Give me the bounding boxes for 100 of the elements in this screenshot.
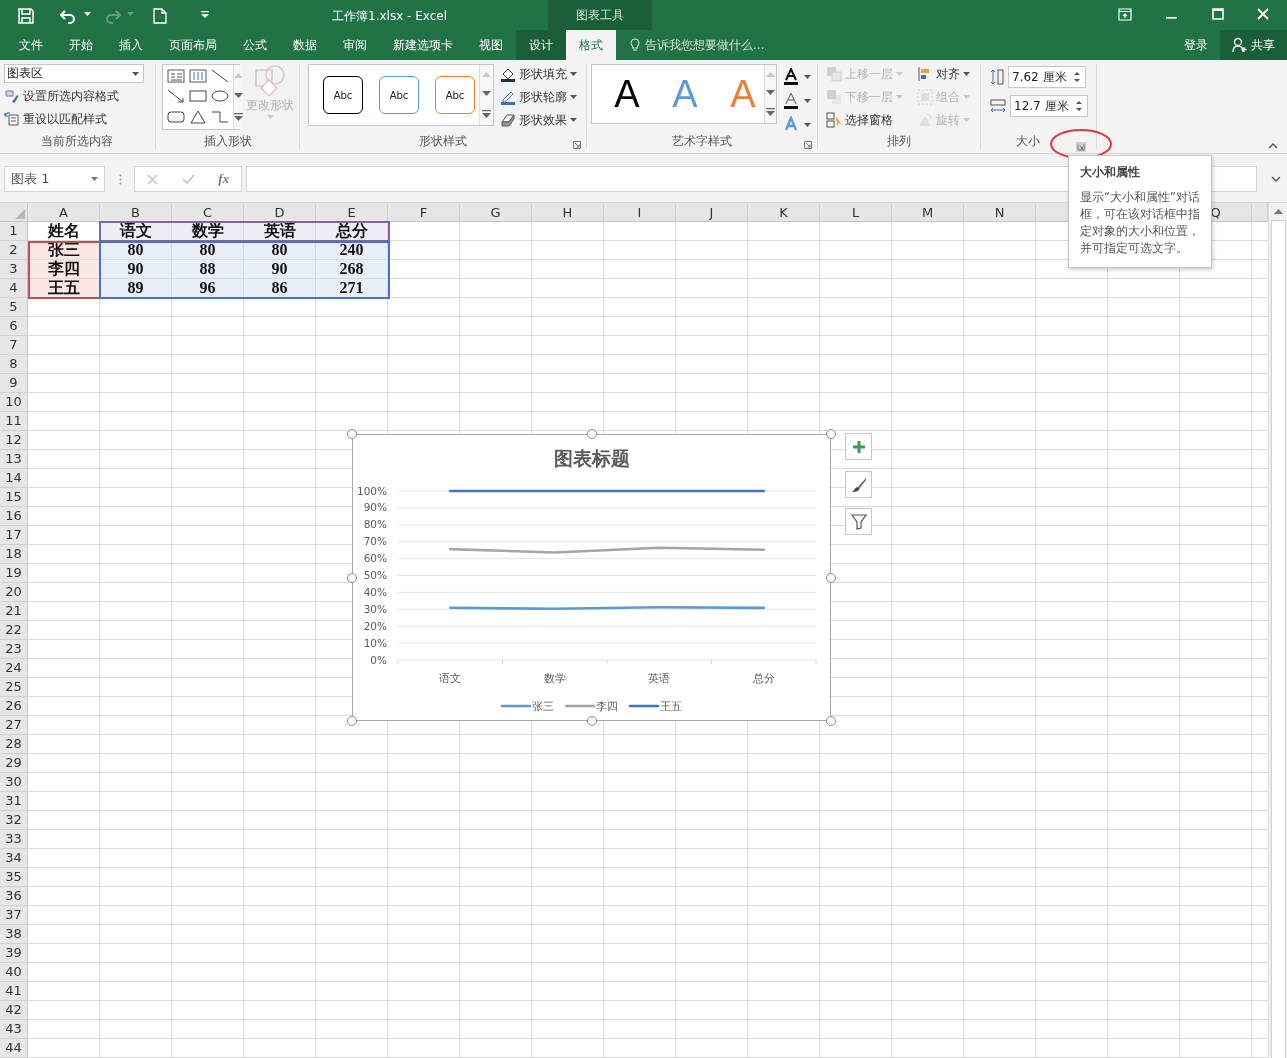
arrow-icon[interactable] xyxy=(166,88,186,105)
column-header[interactable]: G xyxy=(460,203,532,222)
close-icon[interactable] xyxy=(1257,8,1269,20)
name-box[interactable]: 图表 1 xyxy=(4,166,105,192)
ribbon-tab[interactable]: 视图 xyxy=(466,30,516,60)
ribbon-tab[interactable]: 文件 xyxy=(6,30,56,60)
scroll-down-icon[interactable] xyxy=(482,91,491,96)
row-header[interactable]: 29 xyxy=(0,754,28,773)
row-header[interactable]: 22 xyxy=(0,621,28,640)
resize-handle[interactable] xyxy=(347,429,357,439)
resize-handle[interactable] xyxy=(826,429,836,439)
row-header[interactable]: 37 xyxy=(0,906,28,925)
row-header[interactable]: 3 xyxy=(0,260,28,279)
row-header[interactable]: 10 xyxy=(0,393,28,412)
shape-format-button[interactable]: 形状效果 xyxy=(500,110,577,130)
row-header[interactable]: 18 xyxy=(0,545,28,564)
collapse-ribbon-icon[interactable] xyxy=(1268,143,1278,149)
resize-handle[interactable] xyxy=(826,572,836,583)
ribbon-tab[interactable]: 数据 xyxy=(280,30,330,60)
row-header[interactable]: 38 xyxy=(0,925,28,944)
ribbon-tab[interactable]: 页面布局 xyxy=(156,30,230,60)
row-header[interactable]: 31 xyxy=(0,792,28,811)
maximize-icon[interactable] xyxy=(1212,8,1224,20)
scroll-up-icon[interactable] xyxy=(1273,209,1283,214)
legend-item[interactable]: 李四 xyxy=(564,700,618,712)
resize-handle[interactable] xyxy=(586,429,597,439)
resize-handle[interactable] xyxy=(586,716,597,726)
save-icon[interactable] xyxy=(18,8,34,24)
more-icon[interactable] xyxy=(766,108,775,117)
chart-title[interactable]: 图表标题 xyxy=(554,447,630,469)
column-header[interactable]: I xyxy=(604,203,676,222)
chart-filters-button[interactable] xyxy=(845,508,872,535)
arrange-button[interactable]: 选择窗格 xyxy=(826,110,911,130)
column-header[interactable]: F xyxy=(388,203,460,222)
ribbon-tab[interactable]: 审阅 xyxy=(330,30,380,60)
undo-icon[interactable] xyxy=(60,8,76,24)
tell-me-field[interactable]: 告诉我您想要做什么... xyxy=(630,30,765,60)
format-selection-button[interactable]: 设置所选内容格式 xyxy=(4,86,153,106)
row-header[interactable]: 2 xyxy=(0,241,28,260)
ribbon-tab[interactable]: 设计 xyxy=(516,30,566,60)
row-header[interactable]: 32 xyxy=(0,811,28,830)
row-header[interactable]: 35 xyxy=(0,868,28,887)
row-header[interactable]: 13 xyxy=(0,450,28,469)
resize-handle[interactable] xyxy=(826,716,836,726)
triangle-icon[interactable] xyxy=(188,108,208,125)
customize-toolbar-icon[interactable] xyxy=(201,11,209,18)
chart-elements-button[interactable] xyxy=(845,433,872,460)
more-icon[interactable] xyxy=(234,113,243,122)
wordart-style-preset[interactable]: A xyxy=(606,66,648,122)
row-header[interactable]: 9 xyxy=(0,374,28,393)
column-header[interactable]: J xyxy=(676,203,748,222)
row-header[interactable]: 7 xyxy=(0,336,28,355)
oval-icon[interactable] xyxy=(210,88,230,105)
row-header[interactable]: 21 xyxy=(0,602,28,621)
row-header[interactable]: 4 xyxy=(0,279,28,298)
scroll-down-icon[interactable] xyxy=(766,90,775,95)
shape-style-preset[interactable]: Abc xyxy=(379,76,419,114)
more-icon[interactable] xyxy=(482,110,491,118)
column-header[interactable]: M xyxy=(892,203,964,222)
sign-in-link[interactable]: 登录 xyxy=(1172,30,1220,60)
row-header[interactable]: 40 xyxy=(0,963,28,982)
scroll-down-icon[interactable] xyxy=(234,93,243,98)
caret-icon[interactable] xyxy=(804,74,811,79)
text-effects-icon[interactable] xyxy=(783,116,799,133)
reset-style-button[interactable]: 重设以匹配样式 xyxy=(4,109,153,129)
row-header[interactable]: 34 xyxy=(0,849,28,868)
text-outline-icon[interactable] xyxy=(783,92,799,109)
row-header[interactable]: 24 xyxy=(0,659,28,678)
spin-arrows-icon[interactable] xyxy=(1074,71,1080,83)
vertical-scrollbar[interactable] xyxy=(1268,203,1287,1058)
ribbon-tab[interactable]: 插入 xyxy=(106,30,156,60)
ribbon-tab[interactable]: 新建选项卡 xyxy=(380,30,466,60)
row-header[interactable]: 43 xyxy=(0,1020,28,1039)
shape-style-gallery[interactable]: Abc Abc Abc xyxy=(308,64,494,126)
series-line[interactable] xyxy=(449,606,766,611)
legend-item[interactable]: 张三 xyxy=(500,700,554,712)
wordart-style-gallery[interactable]: A A A xyxy=(591,64,777,124)
row-header[interactable]: 8 xyxy=(0,355,28,374)
ribbon-display-icon[interactable] xyxy=(1118,8,1132,21)
spin-arrows-icon[interactable] xyxy=(1076,100,1082,112)
row-header[interactable]: 44 xyxy=(0,1039,28,1058)
column-header[interactable]: A xyxy=(28,203,100,222)
dialog-launcher-icon[interactable] xyxy=(1076,142,1086,152)
column-header[interactable]: H xyxy=(532,203,604,222)
row-header[interactable]: 6 xyxy=(0,317,28,336)
row-header[interactable]: 15 xyxy=(0,488,28,507)
row-header[interactable]: 11 xyxy=(0,412,28,431)
row-header[interactable]: 5 xyxy=(0,298,28,317)
series-line[interactable] xyxy=(449,489,766,493)
row-header[interactable]: 26 xyxy=(0,697,28,716)
share-button[interactable]: 共享 xyxy=(1220,30,1287,60)
row-header[interactable]: 39 xyxy=(0,944,28,963)
dialog-launcher-icon[interactable] xyxy=(804,141,812,149)
shape-style-preset[interactable]: Abc xyxy=(435,76,475,114)
row-header[interactable]: 23 xyxy=(0,640,28,659)
expand-icon[interactable] xyxy=(1271,176,1281,182)
row-header[interactable]: 12 xyxy=(0,431,28,450)
arrange-button[interactable]: 对齐 xyxy=(917,64,978,84)
new-file-icon[interactable] xyxy=(153,8,167,24)
column-header[interactable]: K xyxy=(748,203,820,222)
